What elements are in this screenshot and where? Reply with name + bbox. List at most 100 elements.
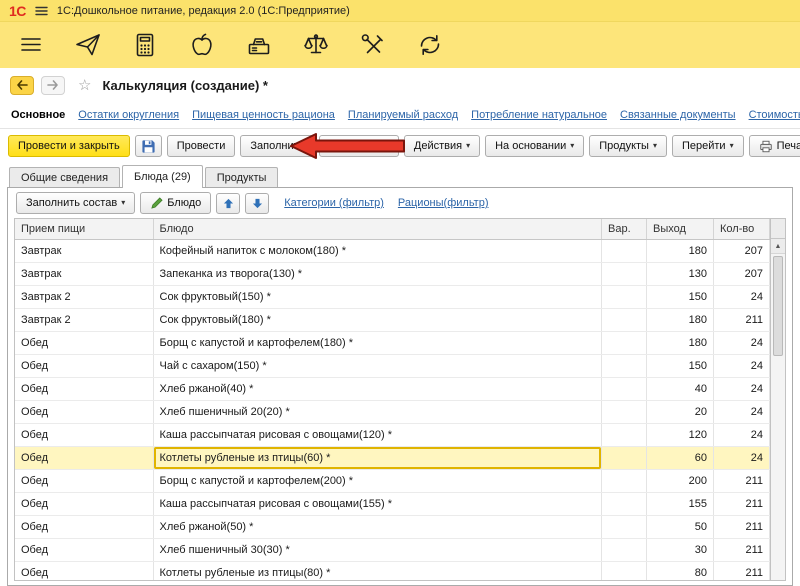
scrollbar-track[interactable] <box>771 358 785 580</box>
sync-exchange-icon[interactable] <box>415 30 445 60</box>
based-on-dropdown[interactable]: На основании ▾ <box>485 135 584 157</box>
calculator-icon[interactable] <box>130 30 160 60</box>
cell-qty[interactable]: 211 <box>714 538 770 561</box>
cell-output[interactable]: 60 <box>647 446 714 469</box>
cell-meal[interactable]: Обед <box>15 400 153 423</box>
goto-dropdown[interactable]: Перейти ▾ <box>672 135 744 157</box>
cell-variant[interactable] <box>602 377 647 400</box>
cell-meal[interactable]: Обед <box>15 423 153 446</box>
column-header-meal[interactable]: Прием пищи <box>15 219 153 239</box>
fill-button[interactable]: Заполнить <box>240 135 314 157</box>
cell-dish[interactable]: Котлеты рубленые из птицы(80) * <box>153 561 602 580</box>
section-link-rounding-balances[interactable]: Остатки округления <box>78 109 179 121</box>
cell-output[interactable]: 180 <box>647 308 714 331</box>
section-link-planned-expense[interactable]: Планируемый расход <box>348 109 458 121</box>
cell-meal[interactable]: Завтрак <box>15 239 153 262</box>
cell-dish[interactable]: Каша рассыпчатая рисовая с овощами(120) … <box>153 423 602 446</box>
fill-composition-dropdown[interactable]: Заполнить состав ▾ <box>16 192 135 214</box>
cell-dish[interactable]: Хлеб ржаной(40) * <box>153 377 602 400</box>
cell-variant[interactable] <box>602 262 647 285</box>
cell-meal[interactable]: Обед <box>15 492 153 515</box>
cell-qty[interactable]: 207 <box>714 262 770 285</box>
cell-variant[interactable] <box>602 400 647 423</box>
cell-meal[interactable]: Обед <box>15 469 153 492</box>
cell-output[interactable]: 30 <box>647 538 714 561</box>
table-row[interactable]: Обед Хлеб пшеничный 20(20) * 20 24 <box>15 400 770 423</box>
cell-variant[interactable] <box>602 492 647 515</box>
section-link-food-cost[interactable]: Стоимость питания <box>749 109 800 121</box>
move-down-button[interactable] <box>245 193 269 214</box>
dish-edit-button[interactable]: Блюдо <box>140 192 211 214</box>
cell-output[interactable]: 155 <box>647 492 714 515</box>
categories-filter-link[interactable]: Категории (фильтр) <box>284 197 384 209</box>
cell-output[interactable]: 20 <box>647 400 714 423</box>
cell-output[interactable]: 130 <box>647 262 714 285</box>
cell-output[interactable]: 50 <box>647 515 714 538</box>
table-row[interactable]: Обед Котлеты рубленые из птицы(60) * 60 … <box>15 446 770 469</box>
cell-meal[interactable]: Обед <box>15 331 153 354</box>
cell-qty[interactable]: 24 <box>714 423 770 446</box>
table-row[interactable]: Завтрак 2 Сок фруктовый(150) * 150 24 <box>15 285 770 308</box>
cell-output[interactable]: 80 <box>647 561 714 580</box>
apple-food-icon[interactable] <box>187 30 217 60</box>
table-row[interactable]: Обед Хлеб ржаной(50) * 50 211 <box>15 515 770 538</box>
cell-output[interactable]: 150 <box>647 285 714 308</box>
cell-variant[interactable] <box>602 354 647 377</box>
cell-meal[interactable]: Обед <box>15 446 153 469</box>
table-row[interactable]: Завтрак Кофейный напиток с молоком(180) … <box>15 239 770 262</box>
rations-filter-link[interactable]: Рационы(фильтр) <box>398 197 489 209</box>
table-row[interactable]: Обед Борщ с капустой и картофелем(180) *… <box>15 331 770 354</box>
cell-variant[interactable] <box>602 446 647 469</box>
column-header-variant[interactable]: Вар. <box>602 219 647 239</box>
print-dropdown[interactable]: Печать ▾ <box>749 135 800 157</box>
forward-button[interactable] <box>41 76 65 95</box>
cell-variant[interactable] <box>602 515 647 538</box>
column-header-output[interactable]: Выход <box>647 219 714 239</box>
rounding-button[interactable]: Округление <box>319 135 399 157</box>
vertical-scrollbar[interactable]: ▲ <box>770 219 785 580</box>
cell-qty[interactable]: 211 <box>714 469 770 492</box>
cell-qty[interactable]: 24 <box>714 377 770 400</box>
cell-qty[interactable]: 24 <box>714 331 770 354</box>
cell-variant[interactable] <box>602 423 647 446</box>
post-button[interactable]: Провести <box>167 135 236 157</box>
cell-dish[interactable]: Сок фруктовый(180) * <box>153 308 602 331</box>
functions-menu-icon[interactable] <box>16 30 46 60</box>
cell-meal[interactable]: Обед <box>15 561 153 580</box>
section-link-nutrition-value[interactable]: Пищевая ценность рациона <box>192 109 335 121</box>
main-menu-icon[interactable] <box>35 6 48 16</box>
cell-qty[interactable]: 211 <box>714 561 770 580</box>
cell-qty[interactable]: 24 <box>714 354 770 377</box>
cell-dish[interactable]: Кофейный напиток с молоком(180) * <box>153 239 602 262</box>
cell-dish[interactable]: Борщ с капустой и картофелем(180) * <box>153 331 602 354</box>
cell-qty[interactable]: 24 <box>714 285 770 308</box>
section-link-natural-consumption[interactable]: Потребление натуральное <box>471 109 607 121</box>
cell-variant[interactable] <box>602 239 647 262</box>
cell-output[interactable]: 180 <box>647 331 714 354</box>
cell-dish[interactable]: Сок фруктовый(150) * <box>153 285 602 308</box>
table-row[interactable]: Обед Каша рассыпчатая рисовая с овощами(… <box>15 492 770 515</box>
save-button[interactable] <box>135 135 162 157</box>
cell-output[interactable]: 180 <box>647 239 714 262</box>
tab-products[interactable]: Продукты <box>205 167 279 187</box>
cell-meal[interactable]: Завтрак <box>15 262 153 285</box>
cash-register-icon[interactable] <box>244 30 274 60</box>
cell-meal[interactable]: Обед <box>15 377 153 400</box>
table-row[interactable]: Обед Хлеб ржаной(40) * 40 24 <box>15 377 770 400</box>
balance-scales-icon[interactable] <box>301 30 331 60</box>
table-row[interactable]: Обед Котлеты рубленые из птицы(80) * 80 … <box>15 561 770 580</box>
cell-output[interactable]: 120 <box>647 423 714 446</box>
table-row[interactable]: Обед Хлеб пшеничный 30(30) * 30 211 <box>15 538 770 561</box>
scrollbar-thumb[interactable] <box>773 256 783 356</box>
actions-dropdown[interactable]: Действия ▾ <box>404 135 480 157</box>
cell-variant[interactable] <box>602 538 647 561</box>
cell-variant[interactable] <box>602 561 647 580</box>
back-button[interactable] <box>10 76 34 95</box>
tab-dishes[interactable]: Блюда (29) <box>122 165 203 188</box>
cell-dish[interactable]: Хлеб пшеничный 20(20) * <box>153 400 602 423</box>
post-and-close-button[interactable]: Провести и закрыть <box>8 135 130 157</box>
scroll-up-button[interactable]: ▲ <box>771 239 785 254</box>
table-row[interactable]: Обед Чай с сахаром(150) * 150 24 <box>15 354 770 377</box>
cell-meal[interactable]: Завтрак 2 <box>15 308 153 331</box>
cell-meal[interactable]: Завтрак 2 <box>15 285 153 308</box>
